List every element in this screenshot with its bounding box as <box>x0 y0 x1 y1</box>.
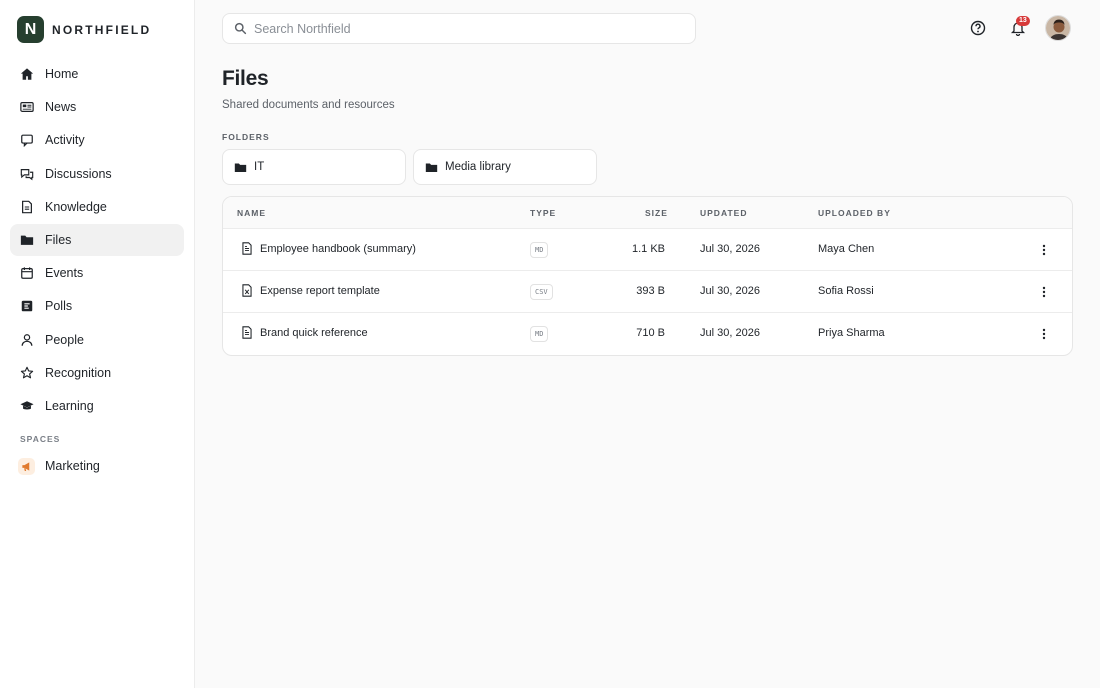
file-size: 393 B <box>636 285 665 297</box>
sidebar-item-label: Files <box>45 232 72 247</box>
sidebar-item-activity[interactable]: Activity <box>10 124 184 156</box>
brand-logo: N <box>17 16 44 43</box>
table-row[interactable]: Brand quick reference MD 710 B Jul 30, 2… <box>223 313 1072 355</box>
home-icon <box>20 68 34 80</box>
column-header-updated[interactable]: UPDATED <box>700 208 747 218</box>
page-title: Files <box>222 67 269 90</box>
sidebar-item-label: Discussions <box>45 166 112 181</box>
sidebar-item-knowledge[interactable]: Knowledge <box>10 191 184 223</box>
table-row[interactable]: Employee handbook (summary) MD 1.1 KB Ju… <box>223 229 1072 271</box>
person-icon <box>21 333 33 346</box>
table-row[interactable]: Expense report template CSV 393 B Jul 30… <box>223 271 1072 313</box>
sidebar-item-label: Polls <box>45 299 73 314</box>
file-name[interactable]: Expense report template <box>260 285 380 297</box>
folder-label: IT <box>254 161 265 173</box>
discussions-icon <box>20 168 34 180</box>
sidebar-item-discussions[interactable]: Discussions <box>10 158 184 190</box>
document-icon <box>242 242 252 255</box>
sidebar-item-news[interactable]: News <box>10 91 184 123</box>
file-uploader: Maya Chen <box>818 243 875 255</box>
sidebar-item-recognition[interactable]: Recognition <box>10 357 184 389</box>
sidebar-item-label: Learning <box>45 398 94 413</box>
files-table: NAME TYPE SIZE UPDATED UPLOADED BY Emplo… <box>222 196 1073 356</box>
document-icon <box>242 326 252 339</box>
search-bar[interactable] <box>222 13 696 44</box>
file-uploader: Priya Sharma <box>818 327 885 339</box>
file-name[interactable]: Brand quick reference <box>260 327 368 339</box>
sidebar-item-label: News <box>45 100 77 115</box>
space-item-marketing[interactable]: Marketing <box>10 450 184 482</box>
folder-card-it[interactable]: IT <box>222 149 406 185</box>
sidebar-item-events[interactable]: Events <box>10 257 184 289</box>
notification-badge: 13 <box>1016 16 1030 26</box>
spreadsheet-file-icon <box>242 284 252 297</box>
sidebar-item-label: Events <box>45 266 84 281</box>
search-input[interactable] <box>254 21 674 36</box>
star-icon <box>20 366 34 379</box>
sidebar-item-label: Recognition <box>45 365 112 380</box>
newspaper-icon <box>20 102 34 113</box>
folder-icon <box>20 235 34 245</box>
more-options-icon[interactable] <box>1038 284 1050 300</box>
sidebar-item-home[interactable]: Home <box>10 58 184 90</box>
file-name[interactable]: Employee handbook (summary) <box>260 243 416 255</box>
sidebar-item-polls[interactable]: Polls <box>10 290 184 322</box>
sidebar-item-label: People <box>45 332 84 347</box>
sidebar-item-label: Home <box>45 67 79 81</box>
calendar-icon <box>21 267 33 279</box>
file-type-badge: MD <box>530 326 549 342</box>
folder-icon <box>425 162 438 172</box>
file-name-cell[interactable]: Brand quick reference <box>241 326 368 339</box>
file-name-cell[interactable]: Employee handbook (summary) <box>241 242 416 255</box>
folder-label: Media library <box>445 161 511 173</box>
avatar[interactable] <box>1045 15 1071 41</box>
table-header: NAME TYPE SIZE UPDATED UPLOADED BY <box>223 197 1072 229</box>
graduation-cap-icon <box>20 401 34 410</box>
more-options-icon[interactable] <box>1038 326 1050 342</box>
column-header-name[interactable]: NAME <box>237 208 266 218</box>
file-size: 1.1 KB <box>631 243 665 255</box>
file-type-badge: CSV <box>530 284 553 300</box>
folders-section-label: FOLDERS <box>222 132 270 142</box>
sidebar-item-label: Knowledge <box>45 199 107 214</box>
sidebar-item-learning[interactable]: Learning <box>10 390 184 422</box>
sidebar-item-people[interactable]: People <box>10 324 184 356</box>
sidebar-item-label: Activity <box>45 133 85 148</box>
file-updated: Jul 30, 2026 <box>700 327 760 339</box>
file-updated: Jul 30, 2026 <box>700 285 760 297</box>
sidebar-item-files[interactable]: Files <box>10 223 184 256</box>
brand-name: NORTHFIELD <box>52 22 152 37</box>
polls-icon <box>21 301 33 312</box>
more-options-icon[interactable] <box>1038 242 1050 258</box>
column-header-size[interactable]: SIZE <box>645 208 668 218</box>
brand[interactable]: N NORTHFIELD <box>17 16 151 43</box>
file-uploader: Sofia Rossi <box>818 285 874 297</box>
folder-icon <box>234 162 247 172</box>
file-size: 710 B <box>636 327 665 339</box>
file-type-badge: MD <box>530 242 549 258</box>
activity-icon <box>21 134 33 148</box>
space-item-label: Marketing <box>45 459 100 473</box>
spaces-label: SPACES <box>20 434 61 444</box>
column-header-type[interactable]: TYPE <box>530 208 556 218</box>
file-name-cell[interactable]: Expense report template <box>241 284 380 297</box>
search-icon <box>234 22 247 35</box>
file-updated: Jul 30, 2026 <box>700 243 760 255</box>
knowledge-icon <box>22 200 32 214</box>
column-header-uploaded-by[interactable]: UPLOADED BY <box>818 208 891 218</box>
help-icon[interactable] <box>970 20 986 36</box>
sidebar-nav: Home News Activity Discussions Knowledge… <box>10 58 184 423</box>
folder-card-media-library[interactable]: Media library <box>413 149 597 185</box>
page-subtitle: Shared documents and resources <box>222 99 395 111</box>
megaphone-icon <box>18 457 35 475</box>
sidebar: N NORTHFIELD Home News Activity Discussi… <box>0 0 195 688</box>
